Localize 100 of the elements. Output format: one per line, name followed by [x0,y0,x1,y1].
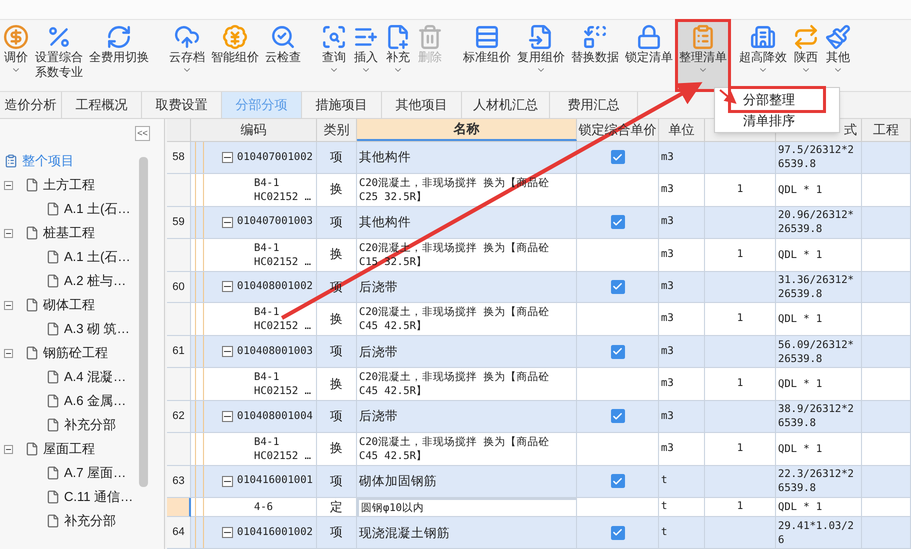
row-number[interactable]: 59 [167,206,191,239]
type-text: 换 [330,376,343,393]
code-text: 010416001001 [237,473,313,488]
toolbar-button[interactable]: 插入 [350,20,382,91]
collapse-button[interactable]: << [135,126,150,141]
code-text: HC02152 … [254,448,311,463]
name-text: 其他构件 [359,150,411,164]
code-text: B4-1 [254,434,280,449]
unit-text: t [661,473,668,488]
tree-item[interactable]: A.6 金属… [4,389,164,413]
column-header[interactable]: 工程 [873,120,899,140]
column-header[interactable]: 编码 [240,120,266,140]
toolbar-button[interactable]: 其他 [822,20,854,91]
tree-item[interactable]: 补充分部 [4,509,164,533]
toolbar-button[interactable]: 锁定清单 [622,20,676,91]
row-number[interactable]: 60 [167,272,191,304]
menu-item[interactable]: 分部整理 [731,89,823,110]
column-header[interactable]: 类别 [324,120,350,140]
quantity-text: 1 [736,440,744,456]
table-row[interactable]: B4-1 HC02152 … 换 C20混凝土，非现场搅拌 换为【商品砼 C45 42.5R】 m3 1 QDL * 1 [167,432,911,466]
type-text: 项 [330,343,343,360]
toolbar-button[interactable]: 查询 [318,20,350,91]
type-text: 项 [330,214,343,231]
tree-item[interactable]: A.3 砌 筑… [4,317,164,341]
code-text: HC02152 … [254,254,311,269]
code-text: 010408001003 [237,344,313,359]
unit-text: m3 [661,311,674,326]
quantity-text: 1 [736,246,744,262]
row-number[interactable]: 61 [167,336,191,368]
expression-text: 20.96/26312*26539.8 [778,208,855,236]
toolbar-button[interactable]: 云存档 [166,20,208,91]
row-number[interactable]: 62 [167,401,191,433]
unit-text: m3 [661,408,674,424]
tree-item[interactable]: A.2 桩与… [4,269,164,293]
tab[interactable]: 其他项目 [382,92,462,118]
table-row[interactable]: B4-1 HC02152 … 换 C20混凝土，非现场搅拌 换为【商品砼 C45 42.5R】 m3 1 QDL * 1 [167,303,911,336]
expression-text: 38.9/26312*26539.8 [778,402,855,430]
tree-item[interactable]: 钢筋砼工程 [4,341,164,365]
menu-item[interactable]: 清单排序 [731,110,823,131]
table-row[interactable]: 63 010416001001 项 砌体加固钢筋 t 22.3/26312*26539.8 [167,466,911,498]
tree-item[interactable]: 砌体工程 [4,293,164,317]
tab[interactable]: 造价分析 [0,92,62,118]
toolbar-button[interactable]: 全费用切换 [86,20,152,91]
code-text: 010416001002 [237,524,313,540]
table-row[interactable]: B4-1 HC02152 … 换 C20混凝土，非现场搅拌 换为【商品砼 C45 42.5R】 m3 1 QDL * 1 [167,368,911,402]
toolbar-button[interactable]: 设置综合 系数专业 [32,20,86,91]
toolbar-button[interactable]: 标准组价 [460,20,514,91]
name-text: 后浇带 [359,409,398,424]
toolbar-button[interactable]: 替换数据 [568,20,622,91]
expression-text: 97.5/26312*26539.8 [778,143,855,172]
unit-text: t [661,524,668,540]
toolbar-button[interactable]: 超高降效 [736,20,790,91]
tree-item[interactable]: 屋面工程 [4,437,164,461]
toolbar-button[interactable]: 调价 [0,20,32,91]
row-number[interactable]: 58 [167,142,191,174]
tree-item[interactable]: C.11 通信… [4,485,164,509]
code-text: B4-1 [254,176,280,190]
table-row[interactable]: 61 010408001003 项 后浇带 m3 56.09/26312*26539.8 [167,336,911,368]
expression-text: QDL * 1 [778,500,822,514]
column-header[interactable]: 名称 [454,119,480,139]
row-number[interactable]: 64 [167,517,191,549]
tree-item[interactable]: A.7 屋面… [4,461,164,485]
row-number[interactable]: 63 [167,466,191,498]
code-text: 4-6 [254,500,273,514]
expression-text: QDL * 1 [778,377,822,392]
toolbar-button[interactable]: 复用组价 [514,20,568,91]
toolbar-button[interactable]: 整理清单 [676,20,730,91]
column-header[interactable]: 单位 [668,120,694,140]
table-row[interactable]: 62 010408001004 项 后浇带 m3 38.9/26312*26539.8 [167,401,911,433]
table-row[interactable]: 64 010416001002 项 现浇混凝土钢筋 t 29.41*1.03/26 [167,517,911,549]
tree-item[interactable]: A.4 混凝… [4,365,164,389]
tab[interactable]: 人材机汇总 [462,92,550,118]
tree-item[interactable]: A.1 土(石… [4,197,164,221]
tree-item[interactable]: A.1 土(石… [4,245,164,269]
type-text: 定 [330,498,343,516]
toolbar-button[interactable]: 补充 [382,20,414,91]
tree-item[interactable]: 土方工程 [4,173,164,197]
quantity-text: 1 [736,499,744,514]
toolbar-button[interactable]: 陕西 [790,20,822,91]
type-text: 换 [330,246,343,264]
table-row[interactable]: 4-6 定 圆钢φ10以内 t 1 QDL * 1 [167,498,911,518]
tab[interactable]: 费用汇总 [550,92,638,118]
quantity-text: 1 [736,182,744,197]
tab[interactable]: 工程概况 [62,92,142,118]
code-text: HC02152 … [254,319,311,334]
tree-item[interactable]: 补充分部 [4,413,164,437]
name-text: C20混凝土，非现场搅拌 换为【商品砼 C45 42.5R】 [359,305,550,334]
table-row[interactable]: 59 010407001003 项 其他构件 m3 20.96/26312*26539.8 [167,206,911,239]
toolbar-button[interactable]: 云检查 [262,20,304,91]
toolbar-button[interactable]: 智能组价 [208,20,262,91]
tab[interactable]: 措施项目 [302,92,382,118]
column-header[interactable]: 式 [844,120,857,140]
expression-text: QDL * 1 [778,442,822,456]
type-text: 换 [330,181,343,198]
code-text: 010408001002 [237,279,313,294]
type-text: 项 [330,524,343,542]
expression-text: QDL * 1 [778,312,822,326]
tree-item[interactable]: 桩基工程 [4,221,164,245]
code-text: 010408001004 [237,408,313,424]
table-row[interactable]: 58 010407001002 项 其他构件 m3 97.5/26312*26539.8 [167,142,911,174]
